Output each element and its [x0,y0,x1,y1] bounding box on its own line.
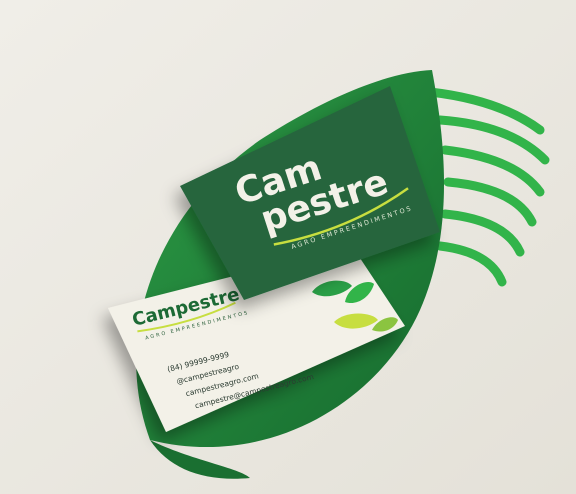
mockup-illustration: Campestre AGRO EMPREENDIMENTOS (84) 9999… [0,0,576,494]
mockup-scene: Campestre AGRO EMPREENDIMENTOS (84) 9999… [0,0,576,494]
